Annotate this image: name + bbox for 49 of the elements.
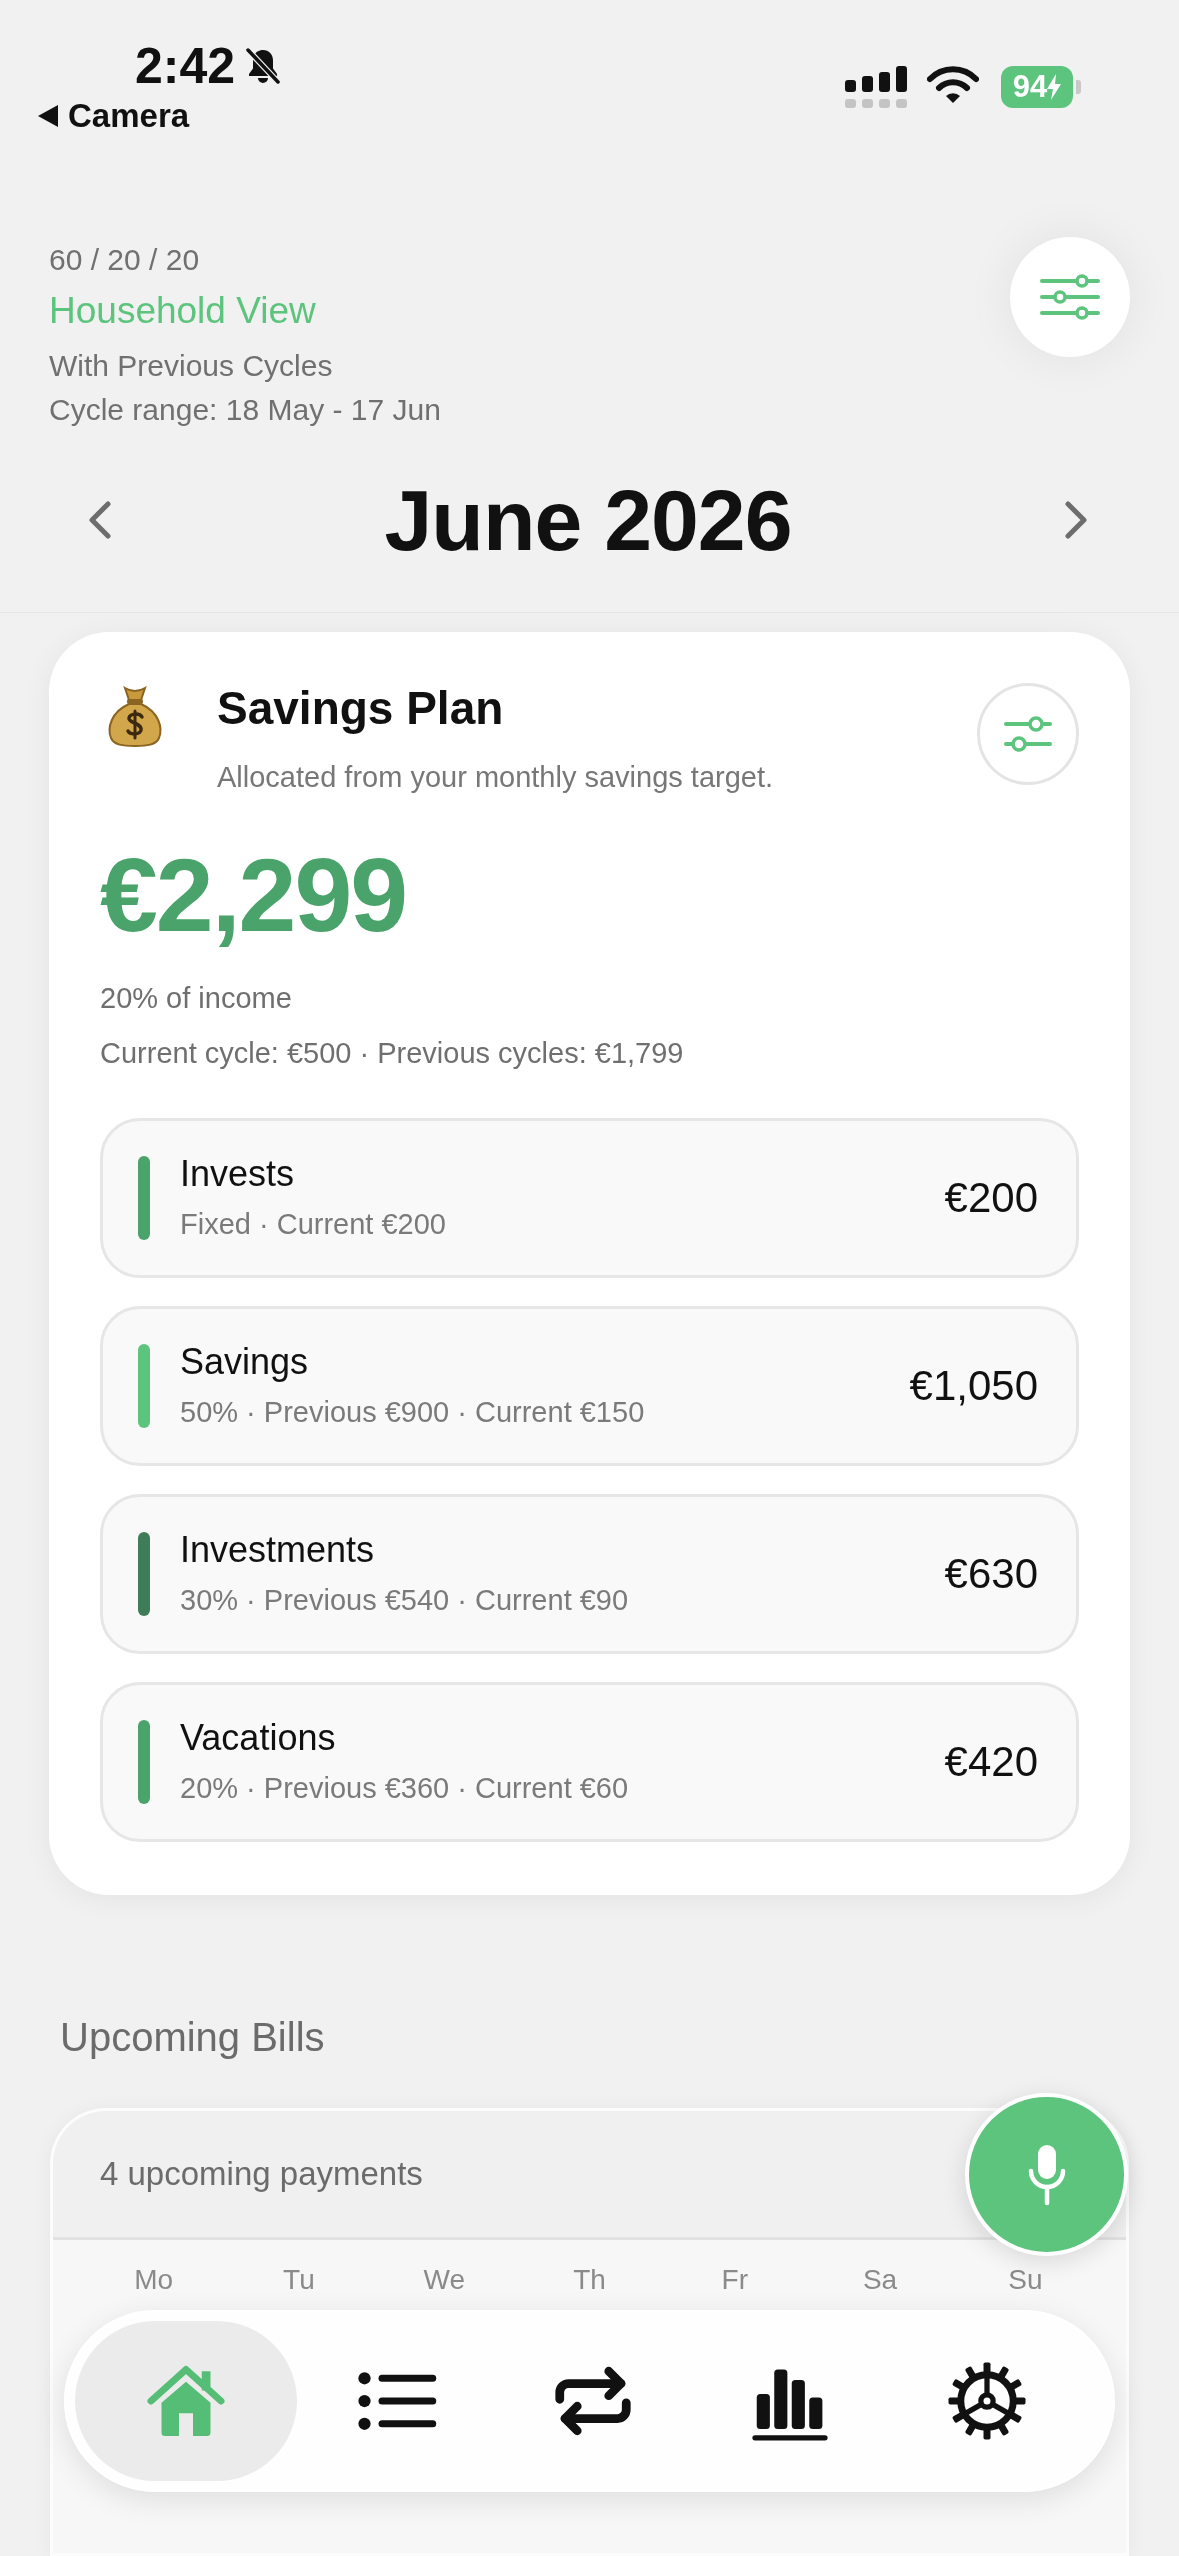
allocation-row[interactable]: Invests Fixed · Current €200 €200 — [100, 1118, 1079, 1278]
view-name-label: Household View — [49, 289, 316, 333]
cycle-breakdown-text: Current cycle: €500 · Previous cycles: €1,799 — [100, 1036, 684, 1071]
weekday-label: Mo — [134, 2263, 174, 2297]
income-share-text: 20% of income — [100, 981, 292, 1016]
section-heading: Upcoming Bills — [60, 2014, 325, 2061]
cellular-signal-icon — [845, 66, 907, 110]
allocation-amount: €1,050 — [909, 1361, 1038, 1411]
sliders-icon — [1004, 716, 1052, 752]
allocation-name: Vacations — [180, 1716, 336, 1760]
chevron-right-icon — [1064, 500, 1088, 540]
allocation-name: Investments — [180, 1528, 375, 1572]
allocation-row[interactable]: Vacations 20% · Previous €360 · Current €60 €420 — [100, 1682, 1079, 1842]
budget-split-label: 60 / 20 / 20 — [49, 242, 200, 278]
allocation-name: Invests — [180, 1152, 295, 1196]
weekday-label: Sa — [862, 2263, 898, 2297]
allocation-detail: 30% · Previous €540 · Current €90 — [180, 1583, 629, 1618]
allocation-detail: 20% · Previous €360 · Current €60 — [180, 1771, 629, 1806]
weekday-label: Tu — [283, 2263, 315, 2297]
month-title: June 2026 — [384, 477, 792, 563]
cycle-range-label: Cycle range: 18 May - 17 Jun — [49, 392, 441, 428]
card-title: Savings Plan — [217, 682, 504, 734]
allocation-row[interactable]: Investments 30% · Previous €540 · Current €90 €630 — [100, 1494, 1079, 1654]
weekday-label: Fr — [721, 2263, 748, 2297]
previous-month-button[interactable] — [88, 500, 112, 540]
next-month-button[interactable] — [1064, 500, 1088, 540]
card-subtitle: Allocated from your monthly savings target. — [217, 760, 774, 795]
weekday-label: We — [423, 2263, 465, 2297]
battery-percentage: 94 — [1012, 70, 1048, 104]
weekday-label: Th — [573, 2263, 606, 2297]
microphone-icon — [1026, 2142, 1067, 2207]
allocation-amount: €420 — [944, 1737, 1038, 1787]
allocation-name: Savings — [180, 1340, 309, 1384]
weekday-label: Su — [1008, 2263, 1043, 2297]
allocation-detail: 50% · Previous €900 · Current €150 — [180, 1395, 645, 1430]
sliders-icon — [1040, 274, 1100, 320]
allocation-row[interactable]: Savings 50% · Previous €900 · Current €150 €1,050 — [100, 1306, 1079, 1466]
back-triangle-icon — [38, 105, 58, 127]
savings-total: €2,299 — [100, 840, 407, 950]
status-time: 2:42 — [135, 40, 236, 92]
bills-summary: 4 upcoming payments — [100, 2154, 423, 2194]
allocation-amount: €630 — [944, 1549, 1038, 1599]
mode-label: With Previous Cycles — [49, 348, 333, 384]
battery-terminal-icon — [1076, 80, 1081, 94]
wifi-icon — [927, 66, 979, 104]
allocation-amount: €200 — [944, 1173, 1038, 1223]
chevron-left-icon — [88, 500, 112, 540]
allocation-detail: Fixed · Current €200 — [180, 1207, 446, 1242]
back-to-app-button[interactable]: Camera — [38, 96, 190, 136]
